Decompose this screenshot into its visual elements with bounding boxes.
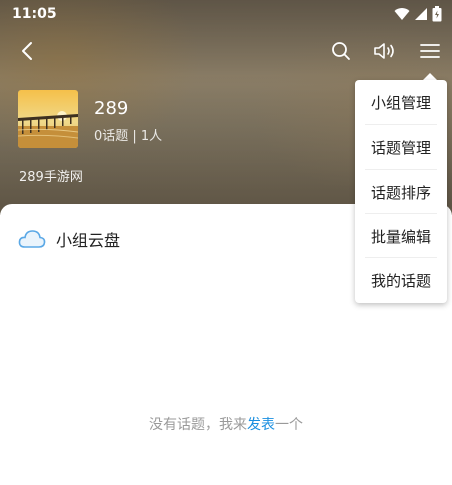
- post-topic-link[interactable]: 发表: [247, 417, 275, 433]
- back-arrow-icon: [22, 42, 32, 60]
- empty-state-prefix: 没有话题，我来: [149, 417, 247, 433]
- overflow-menu: 小组管理 话题管理 话题排序 批量编辑 我的话题: [355, 80, 447, 303]
- menu-item-my-topics[interactable]: 我的话题: [355, 258, 447, 302]
- status-icons: [394, 6, 442, 22]
- wifi-icon: [394, 8, 410, 20]
- status-time: 11:05: [12, 6, 57, 22]
- search-button[interactable]: [326, 36, 356, 66]
- empty-state-suffix: 一个: [275, 417, 303, 433]
- sound-button[interactable]: [370, 36, 400, 66]
- menu-item-batch-edit[interactable]: 批量编辑: [355, 214, 447, 258]
- battery-icon: [432, 6, 442, 22]
- group-name: 289: [94, 98, 129, 119]
- menu-item-topic-manage[interactable]: 话题管理: [355, 125, 447, 169]
- volume-icon: [374, 43, 394, 59]
- search-icon: [332, 42, 350, 60]
- group-avatar-image: [18, 90, 78, 148]
- empty-state-message: 没有话题，我来发表一个: [0, 414, 452, 434]
- back-button[interactable]: [12, 36, 42, 66]
- group-cloud-disk-label: 小组云盘: [56, 231, 121, 250]
- group-cloud-disk-row[interactable]: 小组云盘: [18, 226, 120, 252]
- group-avatar[interactable]: [18, 90, 78, 148]
- cloud-icon: [18, 230, 46, 248]
- group-stats: 0话题 | 1人: [94, 129, 163, 144]
- hamburger-menu-icon: [420, 44, 440, 58]
- menu-item-topic-sort[interactable]: 话题排序: [355, 170, 447, 214]
- cell-signal-icon: [415, 8, 427, 20]
- status-bar: 11:05: [0, 0, 452, 30]
- more-menu-button[interactable]: [415, 36, 445, 66]
- group-site-name: 289手游网: [19, 170, 83, 185]
- menu-item-group-manage[interactable]: 小组管理: [355, 80, 447, 124]
- top-nav-bar: [0, 30, 452, 72]
